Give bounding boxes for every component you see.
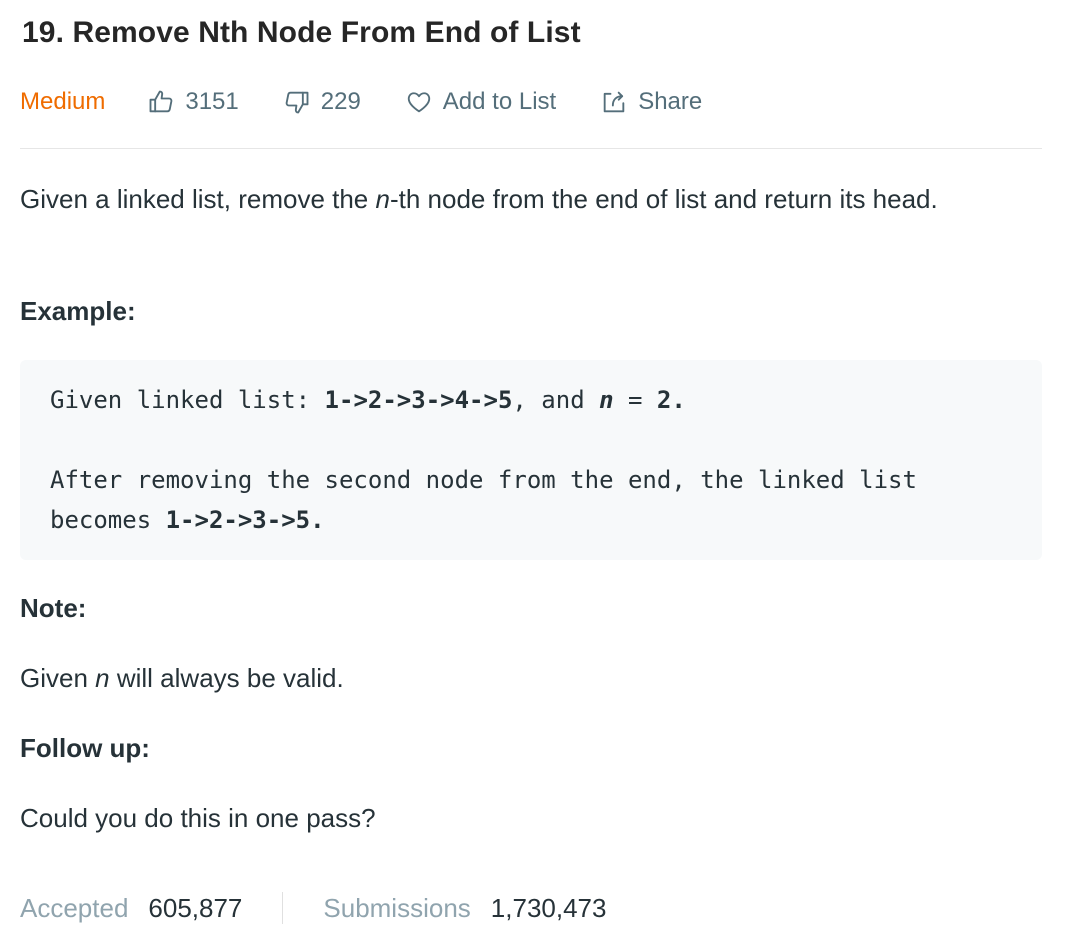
statement-text-1: Given a linked list, remove the [20, 184, 376, 214]
submissions-count: 1,730,473 [490, 892, 607, 923]
problem-meta-bar: Medium 3151 229 Add to List Share [20, 84, 1042, 120]
note-text-suffix: will always be valid. [109, 663, 344, 693]
note-text-prefix: Given [20, 663, 96, 693]
accepted-count: 605,877 [148, 892, 243, 923]
dislikes-count: 229 [320, 88, 361, 115]
note-var-n: n [95, 663, 110, 693]
heart-icon [407, 92, 430, 113]
difficulty-badge: Medium [20, 88, 106, 115]
thumbs-up-icon [149, 90, 173, 113]
note-heading: Note: [20, 593, 87, 623]
problem-title: 19. Remove Nth Node From End of List [22, 16, 581, 49]
note-text: Given n will always be valid. [20, 663, 344, 694]
thumbs-down-icon [285, 91, 309, 114]
example-line-2: After removing the second node from the … [50, 466, 917, 494]
example-input-list: 1->2->3->4->5 [324, 386, 513, 414]
add-to-list-button[interactable]: Add to List [405, 88, 556, 116]
example-line-3: becomes 1->2->3->5. [50, 500, 325, 540]
example-line-1-eq: = [613, 386, 657, 414]
header-divider [20, 148, 1042, 149]
followup-heading: Follow up: [20, 733, 150, 763]
share-label: Share [638, 88, 703, 115]
share-icon [603, 91, 625, 113]
example-line-1: Given linked list: 1->2->3->4->5, and n … [50, 380, 686, 420]
statement-var-n: n [375, 184, 390, 214]
likes-count: 3151 [185, 88, 239, 115]
followup-text: Could you do this in one pass? [20, 803, 376, 833]
add-to-list-label: Add to List [442, 88, 557, 115]
submissions-label: Submissions [323, 892, 471, 923]
like-button[interactable]: 3151 [147, 88, 239, 116]
example-var-n: n [599, 386, 614, 414]
example-line-1-mid: , and [512, 386, 600, 414]
accepted-label: Accepted [20, 892, 129, 923]
share-button[interactable]: Share [600, 88, 702, 116]
example-code-block: Given linked list: 1->2->3->4->5, and n … [20, 360, 1042, 560]
example-output-list: 1->2->3->5. [165, 506, 325, 534]
stats-divider [282, 892, 284, 924]
statement-text-2: -th node from the end of list and return… [389, 184, 938, 214]
problem-statement: Given a linked list, remove the n-th nod… [20, 178, 1020, 220]
example-n-value: 2. [656, 386, 686, 414]
example-line-1-prefix: Given linked list: [50, 386, 325, 414]
example-line-3-prefix: becomes [50, 506, 166, 534]
dislike-button[interactable]: 229 [283, 88, 361, 116]
example-heading: Example: [20, 296, 136, 326]
submission-stats: Accepted 605,877 Submissions 1,730,473 [20, 888, 606, 928]
